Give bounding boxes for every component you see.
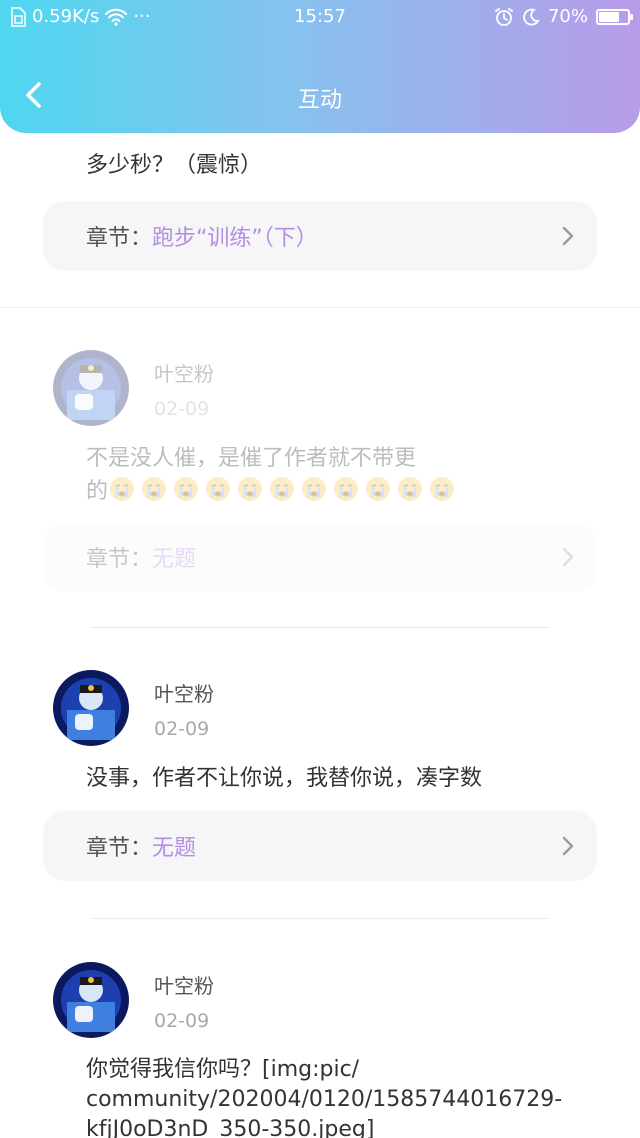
chevron-right-icon — [562, 836, 574, 856]
comment-text-line: 不是没人催，是催了作者就不带更 — [86, 446, 417, 471]
comment-item: 叶空粉 02-09 没事，作者不让你说，我替你说，凑字数 章节： 无题 — [0, 627, 640, 917]
alarm-icon — [494, 7, 514, 27]
comment-date: 02-09 — [154, 1010, 210, 1032]
comment-text: 不是没人催，是催了作者就不带更 的 — [86, 443, 566, 508]
battery-icon — [596, 8, 633, 25]
comment-text: 没事，作者不让你说，我替你说，凑字数 — [86, 766, 483, 791]
comment-text-line: kfjJ0oD3nD_350-350.jpeg] — [86, 1117, 375, 1138]
battery-fill — [599, 11, 619, 22]
crying-emoji-icon — [430, 477, 455, 501]
crying-emoji-icon — [110, 477, 135, 501]
chapter-name: 无题 — [152, 836, 197, 861]
comment-list[interactable]: 多少秒？（震惊） 章节： 跑步“训练”（下） 叶空粉 02-09 不是没人催，是… — [0, 133, 640, 1138]
comment-text-line: community/202004/0120/1585744016729- — [86, 1087, 563, 1112]
chapter-name: 跑步“训练”（下） — [152, 226, 318, 251]
comment-text-tail: 的 — [86, 479, 109, 504]
username[interactable]: 叶空粉 — [154, 678, 214, 707]
crying-emoji-icon — [270, 477, 295, 501]
avatar-image — [53, 670, 129, 746]
crying-emoji-icon — [238, 477, 263, 501]
nav-bar: 互动 — [0, 60, 640, 132]
avatar[interactable] — [53, 962, 129, 1038]
comment-item: 多少秒？（震惊） 章节： 跑步“训练”（下） — [0, 133, 640, 303]
avatar[interactable] — [53, 670, 129, 746]
crying-emoji-icon — [398, 477, 423, 501]
page-title: 互动 — [297, 88, 342, 113]
status-right: 70% — [494, 6, 633, 27]
username[interactable]: 叶空粉 — [154, 358, 214, 387]
comment-text: 多少秒？（震惊） — [86, 153, 263, 178]
avatar-image — [53, 350, 129, 426]
username[interactable]: 叶空粉 — [154, 970, 214, 999]
chapter-link[interactable]: 章节： 跑步“训练”（下） — [43, 201, 597, 271]
comment-text: 你觉得我信你吗？[img:pic/ community/202004/0120/… — [86, 1055, 606, 1138]
chapter-label: 章节： — [86, 226, 153, 251]
chevron-right-icon — [562, 547, 574, 567]
crying-emoji-icon — [366, 477, 391, 501]
battery-percent: 70% — [547, 6, 588, 27]
comment-item: 叶空粉 02-09 不是没人催，是催了作者就不带更 的 章节： 无题 — [0, 307, 640, 627]
top-bar: 0.59K/s ··· 15:57 70% 互动 — [0, 0, 640, 133]
emoji-row — [108, 477, 460, 504]
status-bar: 0.59K/s ··· 15:57 70% — [0, 0, 640, 36]
chapter-link[interactable]: 章节： 无题 — [43, 522, 597, 592]
crying-emoji-icon — [174, 477, 199, 501]
avatar[interactable] — [53, 350, 129, 426]
chapter-label: 章节： — [86, 836, 153, 861]
avatar-image — [53, 962, 129, 1038]
chapter-name: 无题 — [152, 547, 197, 572]
moon-icon — [522, 8, 540, 26]
comment-text-line: 你觉得我信你吗？[img:pic/ — [86, 1057, 360, 1082]
chevron-right-icon — [562, 226, 574, 246]
comment-text-line-2: 的 — [86, 475, 566, 508]
crying-emoji-icon — [334, 477, 359, 501]
crying-emoji-icon — [302, 477, 327, 501]
chapter-label: 章节： — [86, 547, 153, 572]
comment-date: 02-09 — [154, 398, 210, 420]
crying-emoji-icon — [206, 477, 231, 501]
chapter-link[interactable]: 章节： 无题 — [43, 811, 597, 881]
crying-emoji-icon — [142, 477, 167, 501]
comment-date: 02-09 — [154, 718, 210, 740]
comment-item: 叶空粉 02-09 你觉得我信你吗？[img:pic/ community/20… — [0, 919, 640, 1138]
